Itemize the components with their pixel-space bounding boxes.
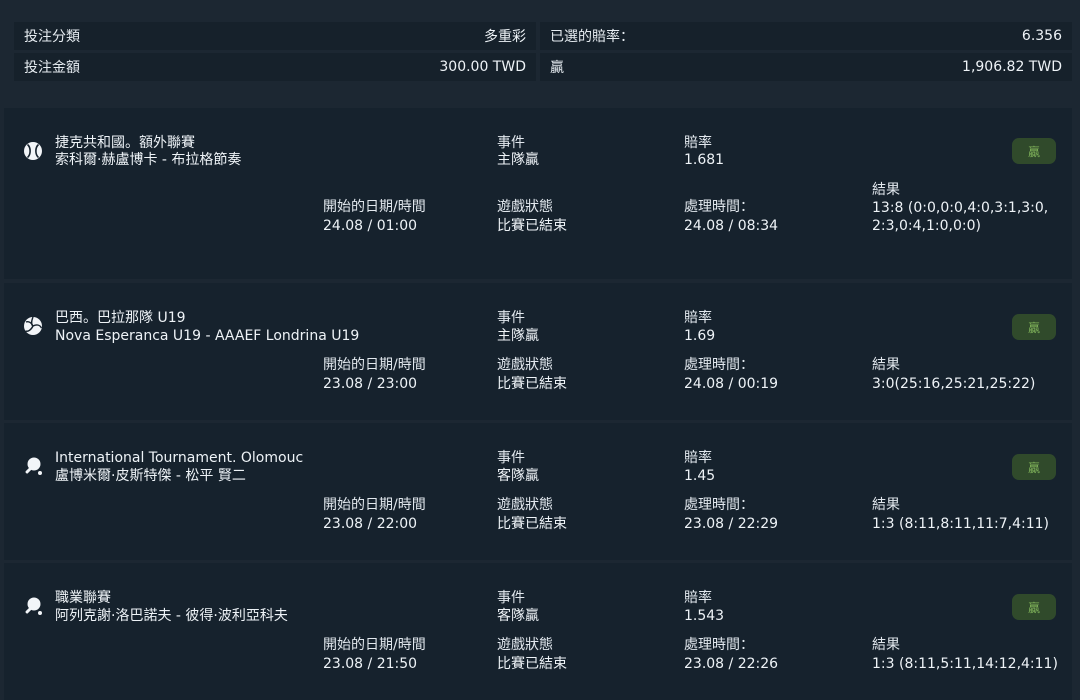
settle-time-label: 處理時間： bbox=[684, 357, 754, 373]
stake-label: 投注金額 bbox=[24, 60, 80, 76]
result-label: 結果 bbox=[872, 182, 900, 198]
bet-type-label: 投注分類 bbox=[24, 29, 80, 45]
start-time-value: 23.08 / 23:00 bbox=[323, 376, 418, 392]
result-value: 13:8 (0:0,0:0,4:0,3:1,3:0,2:3,0:4,1:0,0:… bbox=[872, 200, 1049, 234]
start-time-value: 23.08 / 22:00 bbox=[323, 516, 418, 532]
game-status-value: 比賽已結束 bbox=[497, 218, 567, 234]
result-label: 結果 bbox=[872, 357, 900, 373]
event-value: 客隊贏 bbox=[497, 608, 539, 624]
bet-type-row: 投注分類 多重彩 bbox=[14, 22, 536, 50]
baseball-icon bbox=[24, 142, 42, 160]
game-status-label: 遊戲狀態 bbox=[497, 357, 553, 373]
game-status-value: 比賽已結束 bbox=[497, 656, 567, 672]
game-status-value: 比賽已結束 bbox=[497, 516, 567, 532]
bet-card: 巴西。巴拉那隊 U19 Nova Esperanca U19 - AAAEF L… bbox=[4, 283, 1072, 420]
volleyball-icon bbox=[24, 316, 43, 335]
league-name: 捷克共和國。額外聯賽 bbox=[55, 135, 195, 151]
odds-value: 1.45 bbox=[684, 468, 716, 484]
settle-time-label: 處理時間： bbox=[684, 199, 754, 215]
odds-value: 1.69 bbox=[684, 328, 716, 344]
win-status-badge: 贏 bbox=[1012, 138, 1056, 164]
selected-odds-row: 已選的賠率： 6.356 bbox=[540, 22, 1072, 50]
win-amount-row: 贏 1,906.82 TWD bbox=[540, 53, 1072, 81]
event-value: 主隊贏 bbox=[497, 152, 539, 168]
event-value: 客隊贏 bbox=[497, 468, 539, 484]
table-tennis-icon bbox=[25, 597, 42, 615]
odds-label: 賠率 bbox=[684, 450, 712, 466]
league-name: 巴西。巴拉那隊 U19 bbox=[55, 310, 186, 326]
bet-card: 捷克共和國。額外聯賽 索科爾·赫盧博卡 - 布拉格節奏 事件 主隊贏 賠率 1.… bbox=[4, 108, 1072, 279]
match-name: 索科爾·赫盧博卡 - 布拉格節奏 bbox=[55, 152, 242, 168]
match-name: 盧博米爾·皮斯特傑 - 松平 賢二 bbox=[55, 468, 246, 484]
win-status-badge: 贏 bbox=[1012, 454, 1056, 480]
match-name: Nova Esperanca U19 - AAAEF Londrina U19 bbox=[55, 328, 360, 344]
event-label: 事件 bbox=[497, 450, 525, 466]
settle-time-label: 處理時間： bbox=[684, 497, 754, 513]
event-label: 事件 bbox=[497, 590, 525, 606]
start-time-label: 開始的日期/時間 bbox=[323, 497, 426, 513]
bet-card: 職業聯賽 阿列克謝·洛巴諾夫 - 彼得·波利亞科夫 事件 客隊贏 賠率 1.54… bbox=[4, 563, 1072, 700]
league-name: International Tournament. Olomouc bbox=[55, 450, 304, 466]
settle-time-label: 處理時間： bbox=[684, 637, 754, 653]
win-label: 贏 bbox=[550, 60, 564, 76]
game-status-label: 遊戲狀態 bbox=[497, 199, 553, 215]
table-tennis-icon bbox=[25, 457, 42, 475]
odds-label: 賠率 bbox=[684, 590, 712, 606]
selected-odds-value: 6.356 bbox=[1021, 28, 1062, 44]
game-status-value: 比賽已結束 bbox=[497, 376, 567, 392]
win-status-badge: 贏 bbox=[1012, 314, 1056, 340]
start-time-label: 開始的日期/時間 bbox=[323, 357, 426, 373]
start-time-value: 24.08 / 01:00 bbox=[323, 218, 418, 234]
result-value: 3:0(25:16,25:21,25:22) bbox=[872, 376, 1036, 392]
event-label: 事件 bbox=[497, 135, 525, 151]
bet-details-page: 投注分類 多重彩 已選的賠率： 6.356 投注金額 300.00 TWD 贏 … bbox=[0, 0, 1080, 700]
odds-value: 1.681 bbox=[684, 152, 725, 168]
start-time-label: 開始的日期/時間 bbox=[323, 637, 426, 653]
selected-odds-label: 已選的賠率： bbox=[550, 29, 634, 45]
start-time-label: 開始的日期/時間 bbox=[323, 199, 426, 215]
event-value: 主隊贏 bbox=[497, 328, 539, 344]
game-status-label: 遊戲狀態 bbox=[497, 637, 553, 653]
settle-time-value: 24.08 / 08:34 bbox=[684, 218, 779, 234]
settle-time-value: 23.08 / 22:26 bbox=[684, 656, 779, 672]
event-label: 事件 bbox=[497, 310, 525, 326]
odds-label: 賠率 bbox=[684, 135, 712, 151]
league-name: 職業聯賽 bbox=[55, 590, 111, 606]
win-status-badge: 贏 bbox=[1012, 594, 1056, 620]
odds-value: 1.543 bbox=[684, 608, 725, 624]
result-value: 1:3 (8:11,8:11,11:7,4:11) bbox=[872, 516, 1050, 532]
stake-row: 投注金額 300.00 TWD bbox=[14, 53, 536, 81]
odds-label: 賠率 bbox=[684, 310, 712, 326]
game-status-label: 遊戲狀態 bbox=[497, 497, 553, 513]
match-name: 阿列克謝·洛巴諾夫 - 彼得·波利亞科夫 bbox=[55, 608, 288, 624]
result-value: 1:3 (8:11,5:11,14:12,4:11) bbox=[872, 656, 1058, 672]
win-value: 1,906.82 TWD bbox=[962, 59, 1062, 75]
bet-type-value: 多重彩 bbox=[484, 29, 526, 45]
start-time-value: 23.08 / 21:50 bbox=[323, 656, 418, 672]
stake-value: 300.00 TWD bbox=[439, 59, 526, 75]
settle-time-value: 24.08 / 00:19 bbox=[684, 376, 779, 392]
bet-card: International Tournament. Olomouc 盧博米爾·皮… bbox=[4, 423, 1072, 560]
result-label: 結果 bbox=[872, 637, 900, 653]
bet-summary: 投注分類 多重彩 已選的賠率： 6.356 投注金額 300.00 TWD 贏 … bbox=[14, 22, 1072, 82]
settle-time-value: 23.08 / 22:29 bbox=[684, 516, 779, 532]
result-label: 結果 bbox=[872, 497, 900, 513]
